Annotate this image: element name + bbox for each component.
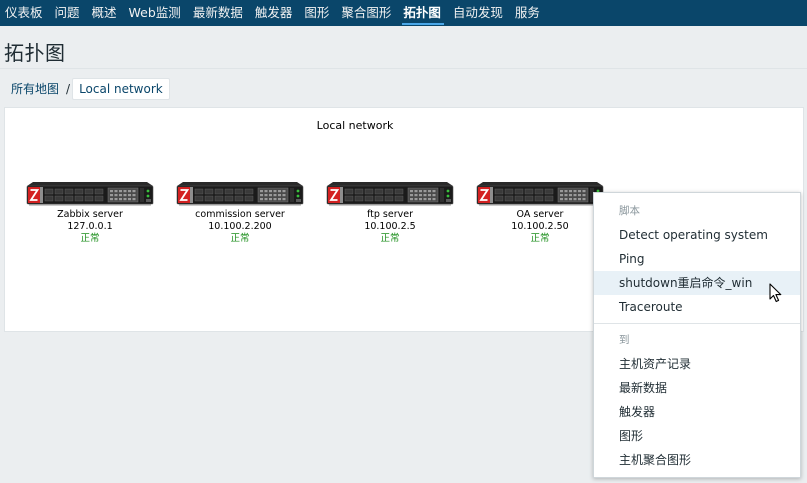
host-ip: 10.100.2.5: [364, 221, 416, 232]
menu-item-ping[interactable]: Ping: [594, 247, 800, 271]
menu-header-goto: 到: [619, 334, 630, 346]
menu-item-shutdown-win[interactable]: shutdown重启命令_win: [594, 271, 800, 295]
menu-item-host-inventory[interactable]: 主机资产记录: [594, 352, 800, 376]
nav-triggers[interactable]: 触发器: [250, 0, 300, 26]
menu-item-traceroute[interactable]: Traceroute: [594, 295, 800, 319]
rack-server-icon: [26, 182, 154, 206]
nav-dashboard[interactable]: 仪表板: [0, 0, 50, 26]
map-host-commission-server[interactable]: commission server 10.100.2.200 正常: [175, 179, 305, 245]
rack-server-icon: [176, 182, 304, 206]
breadcrumb: 所有地图 / Local network: [5, 78, 170, 100]
menu-divider: [594, 323, 800, 324]
nav-maps[interactable]: 拓扑图: [398, 0, 448, 26]
nav-discovery[interactable]: 自动发现: [448, 0, 510, 26]
nav-problems[interactable]: 问题: [50, 0, 87, 26]
host-ip: 10.100.2.50: [511, 221, 569, 232]
host-status: 正常: [530, 233, 550, 244]
menu-item-host-screens[interactable]: 主机聚合图形: [594, 448, 800, 472]
host-status: 正常: [380, 233, 400, 244]
host-name: Zabbix server: [57, 209, 123, 220]
host-name: ftp server: [366, 209, 414, 220]
map-title: Local network: [316, 119, 394, 132]
menu-item-detect-os[interactable]: Detect operating system: [594, 223, 800, 247]
nav-services[interactable]: 服务: [510, 0, 547, 26]
breadcrumb-all-maps[interactable]: 所有地图: [5, 79, 65, 99]
menu-item-latest-data[interactable]: 最新数据: [594, 376, 800, 400]
rack-server-icon: [476, 182, 604, 206]
host-status: 正常: [230, 233, 250, 244]
host-ip: 127.0.0.1: [67, 221, 113, 232]
top-navigation: 仪表板 问题 概述 Web监测 最新数据 触发器 图形 聚合图形 拓扑图 自动发…: [0, 0, 807, 26]
host-context-menu: 脚本 Detect operating system Ping shutdown…: [593, 192, 801, 478]
title-divider: [0, 68, 807, 69]
menu-item-triggers[interactable]: 触发器: [594, 400, 800, 424]
host-name: OA server: [516, 209, 564, 220]
host-name: commission server: [195, 209, 285, 220]
nav-overview[interactable]: 概述: [87, 0, 124, 26]
menu-header-scripts: 脚本: [619, 205, 640, 217]
nav-graphs[interactable]: 图形: [299, 0, 336, 26]
breadcrumb-separator: /: [66, 82, 71, 96]
nav-screens[interactable]: 聚合图形: [336, 0, 398, 26]
page-title: 拓扑图: [4, 41, 66, 65]
rack-server-icon: [326, 182, 454, 206]
nav-web-monitoring[interactable]: Web监测: [124, 0, 188, 26]
map-host-oa-server[interactable]: OA server 10.100.2.50 正常: [475, 179, 605, 245]
breadcrumb-current-map[interactable]: Local network: [72, 78, 170, 100]
map-host-ftp-server[interactable]: ftp server 10.100.2.5 正常: [325, 179, 455, 245]
menu-item-graphs[interactable]: 图形: [594, 424, 800, 448]
nav-latest-data[interactable]: 最新数据: [188, 0, 250, 26]
host-status: 正常: [80, 233, 100, 244]
host-ip: 10.100.2.200: [208, 221, 272, 232]
map-host-zabbix-server[interactable]: Zabbix server 127.0.0.1 正常: [25, 179, 155, 245]
